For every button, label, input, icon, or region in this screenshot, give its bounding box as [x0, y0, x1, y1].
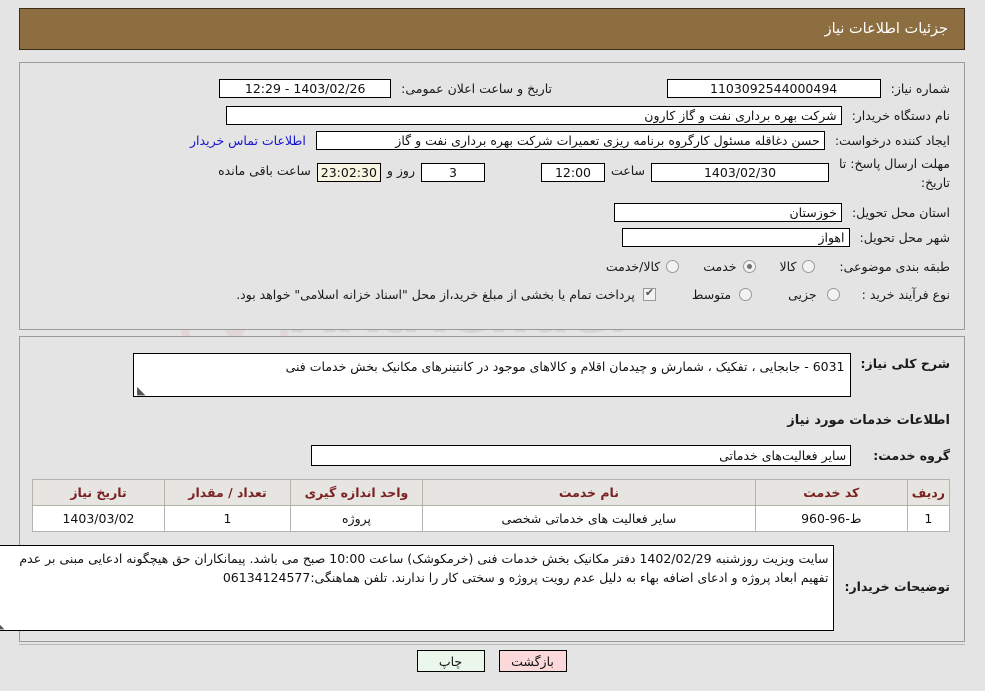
services-section-title-row: اطلاعات خدمات مورد نیاز: [788, 413, 951, 428]
services-table-header-row: ردیف کد خدمت نام خدمت واحد اندازه گیری ت…: [33, 479, 952, 506]
service-group-value: سایر فعالیت‌های خدماتی: [312, 445, 853, 466]
cell-radif: 1: [907, 505, 952, 532]
deadline-date-value: 1403/02/30: [652, 163, 830, 182]
col-radif: ردیف: [907, 479, 952, 506]
cell-quantity: 1: [165, 505, 292, 532]
col-code: کد خدمت: [755, 479, 909, 506]
city-row: شهر محل تحویل: اهواز: [622, 228, 951, 247]
cell-need-date: 1403/03/02: [33, 505, 166, 532]
remaining-time-value: 23:02:30: [317, 163, 382, 182]
deadline-hour-label: ساعت: [611, 163, 646, 178]
services-table: ردیف کد خدمت نام خدمت واحد اندازه گیری ت…: [33, 479, 952, 532]
col-unit: واحد اندازه گیری: [291, 479, 424, 506]
deadline-row: مهلت ارسال پاسخ: تا تاریخ: 1403/02/30 سا…: [219, 155, 951, 193]
request-creator-row: ایجاد کننده درخواست: حسن دغاقله مسئول کا…: [191, 131, 951, 150]
province-label: استان محل تحویل:: [852, 205, 951, 220]
buyer-notes-label: توضیحات خریدار:: [845, 579, 951, 594]
city-value: اهواز: [622, 228, 851, 247]
resize-grip-icon[interactable]: ◢: [138, 384, 147, 396]
purchase-process-row: نوع فرآیند خرید : جزیی متوسط پرداخت تمام…: [237, 286, 951, 302]
footer-divider: [20, 644, 966, 645]
general-description-value: 6031 - جابجایی ، تفکیک ، شمارش و چیدمان …: [286, 359, 846, 374]
remaining-time-label: ساعت باقی مانده: [219, 163, 312, 178]
buyer-org-row: نام دستگاه خریدار: شرکت بهره برداری نفت …: [226, 106, 951, 125]
need-number-value: 1103092544000494: [667, 79, 882, 98]
city-label: شهر محل تحویل:: [860, 230, 951, 245]
general-description-textarea[interactable]: 6031 - جابجایی ، تفکیک ، شمارش و چیدمان …: [133, 353, 852, 397]
general-description-label: شرح کلی نیاز:: [861, 356, 951, 371]
services-panel: شرح کلی نیاز: 6031 - جابجایی ، تفکیک ، ش…: [0, 336, 966, 642]
table-row: 1 ط-96-960 سایر فعالیت های خدماتی شخصی پ…: [33, 505, 952, 532]
buyer-notes-textarea[interactable]: سایت ویزیت روزشنبه 1402/02/29 دفتر مکانی…: [0, 545, 836, 631]
col-quantity: تعداد / مقدار: [165, 479, 292, 506]
page-root: T AriaTender .net جزئیات اطلاعات نیاز شم…: [0, 0, 985, 691]
announce-datetime-value: 1403/02/26 - 12:29: [220, 79, 393, 98]
general-description-row: شرح کلی نیاز: 6031 - جابجایی ، تفکیک ، ش…: [133, 353, 951, 397]
cell-unit: پروژه: [291, 505, 424, 532]
buyer-contact-link[interactable]: اطلاعات تماس خریدار: [191, 133, 307, 148]
need-number-row: شماره نیاز: 1103092544000494: [667, 79, 951, 98]
buyer-org-label: نام دستگاه خریدار:: [852, 108, 951, 123]
checkbox-islamic-treasury-payment[interactable]: [643, 286, 657, 301]
buyer-notes-row: توضیحات خریدار: سایت ویزیت روزشنبه 1402/…: [0, 545, 951, 631]
page-title-bar: جزئیات اطلاعات نیاز: [20, 8, 966, 50]
remaining-days-label: روز و: [387, 163, 416, 178]
purchase-process-label: نوع فرآیند خرید :: [862, 287, 951, 302]
back-button[interactable]: بازگشت: [499, 650, 568, 672]
announce-datetime-row: تاریخ و ساعت اعلان عمومی: 1403/02/26 - 1…: [220, 79, 553, 98]
cell-name: سایر فعالیت های خدماتی شخصی: [423, 505, 757, 532]
buyer-org-value: شرکت بهره برداری نفت و گاز کارون: [226, 106, 843, 125]
province-row: استان محل تحویل: خوزستان: [614, 203, 951, 222]
need-info-panel: شماره نیاز: 1103092544000494 تاریخ و ساع…: [20, 62, 966, 330]
province-value: خوزستان: [614, 203, 843, 222]
radio-category-kala-label: کالا: [780, 259, 798, 274]
deadline-label-line2: تاریخ:: [921, 174, 951, 190]
radio-category-kala-khedmat-label: کالا/خدمت: [606, 259, 662, 274]
radio-process-motevaset[interactable]: [740, 288, 754, 301]
radio-process-jozei[interactable]: [827, 288, 841, 301]
cell-code: ط-96-960: [755, 505, 909, 532]
radio-category-khedmat-label: خدمت: [704, 259, 738, 274]
print-button[interactable]: چاپ: [417, 650, 486, 672]
need-number-label: شماره نیاز:: [891, 81, 951, 96]
services-section-title: اطلاعات خدمات مورد نیاز: [788, 413, 951, 428]
resize-grip-icon[interactable]: ◢: [0, 618, 6, 630]
announce-datetime-label: تاریخ و ساعت اعلان عمومی:: [402, 81, 553, 96]
radio-process-jozei-label: جزیی: [789, 287, 818, 302]
col-need-date: تاریخ نیاز: [33, 479, 166, 506]
deadline-time-value: 12:00: [541, 163, 606, 182]
radio-category-khedmat[interactable]: [743, 260, 757, 273]
footer-button-bar: بازگشت چاپ: [0, 650, 985, 672]
radio-process-motevaset-label: متوسط: [692, 287, 733, 302]
service-group-label: گروه خدمت:: [874, 448, 951, 463]
remaining-days-value: 3: [421, 163, 486, 182]
radio-category-kala-khedmat[interactable]: [667, 260, 681, 273]
category-row: طبقه بندی موضوعی: کالا خدمت کالا/خدمت: [607, 259, 951, 274]
payment-note-text: پرداخت تمام یا بخشی از مبلغ خرید،از محل …: [237, 287, 636, 302]
page-title: جزئیات اطلاعات نیاز: [825, 21, 949, 37]
buyer-notes-value: سایت ویزیت روزشنبه 1402/02/29 دفتر مکانی…: [20, 551, 830, 586]
category-label: طبقه بندی موضوعی:: [840, 259, 951, 274]
deadline-label-line1: مهلت ارسال پاسخ: تا: [840, 156, 951, 171]
request-creator-label: ایجاد کننده درخواست:: [835, 133, 951, 148]
radio-category-kala[interactable]: [803, 260, 817, 273]
service-group-row: گروه خدمت: سایر فعالیت‌های خدماتی: [312, 445, 951, 466]
col-name: نام خدمت: [423, 479, 757, 506]
request-creator-value: حسن دغاقله مسئول کارگروه برنامه ریزی تعم…: [316, 131, 826, 150]
